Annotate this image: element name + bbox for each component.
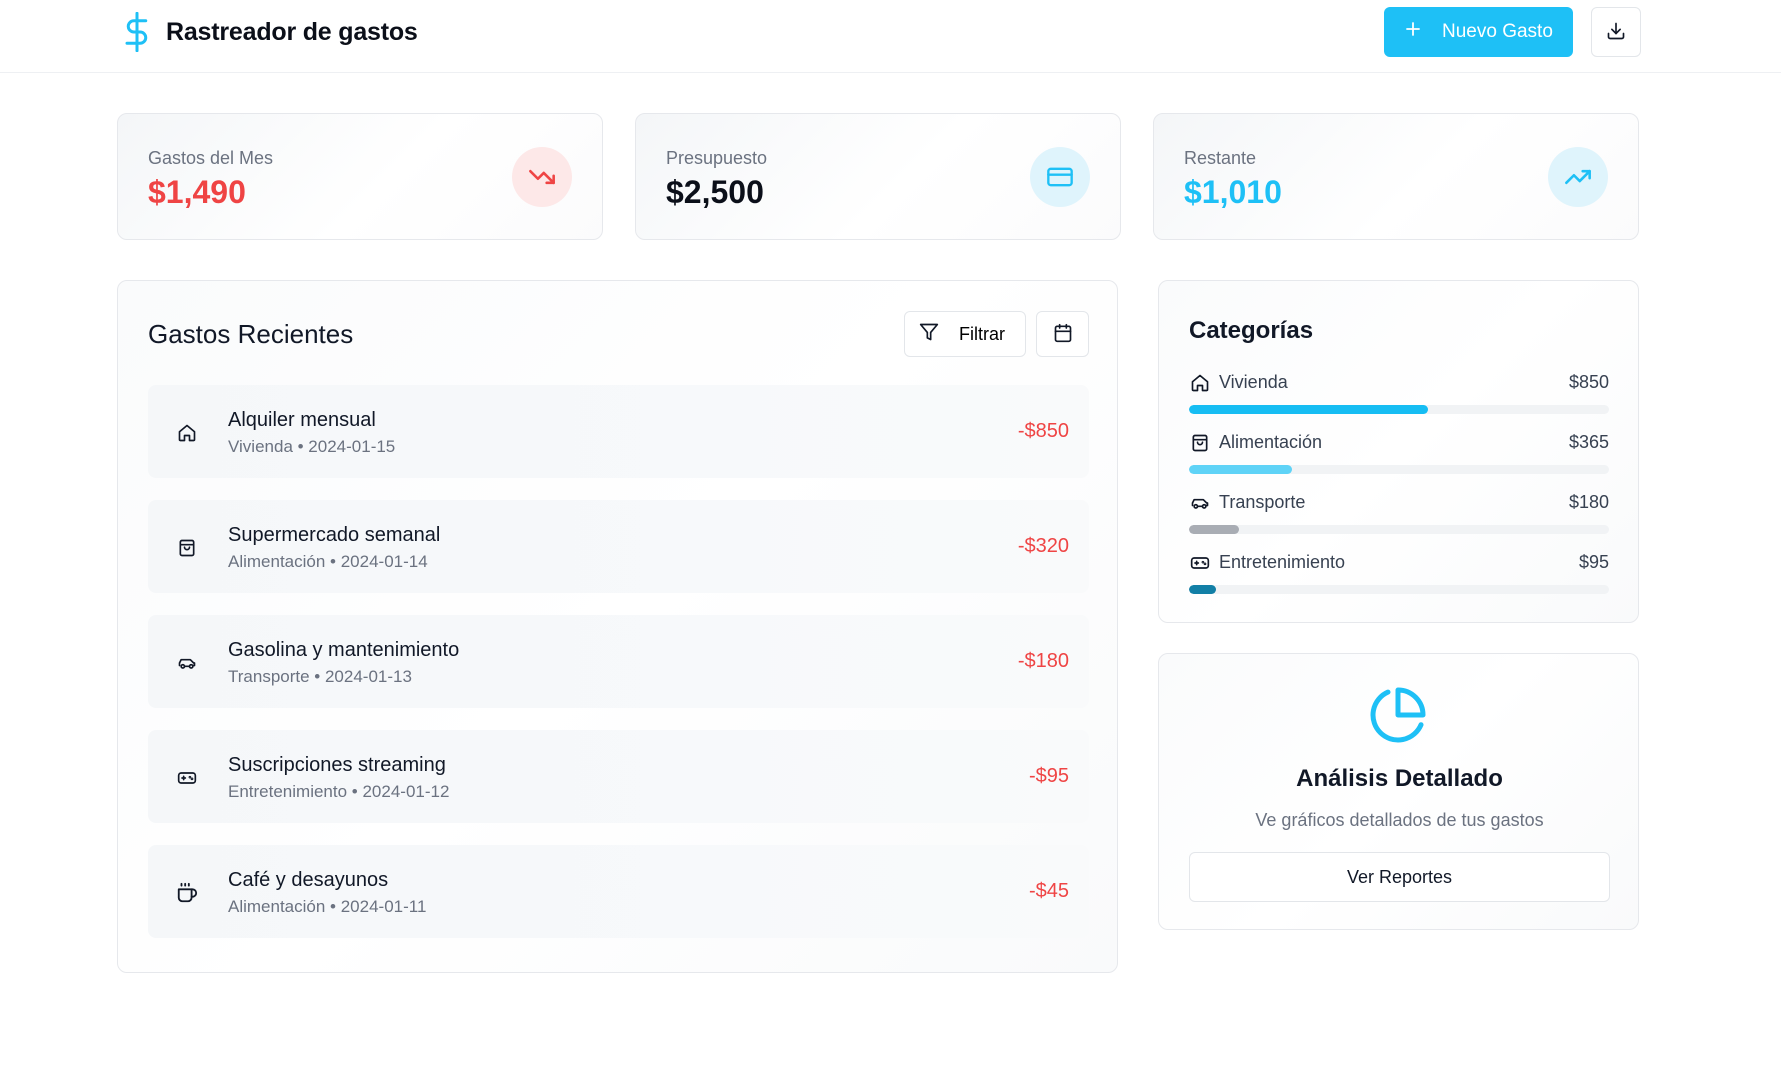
download-button[interactable] [1591,7,1641,57]
expense-name: Gasolina y mantenimiento [228,639,460,661]
expense-meta: Vivienda • 2024-01-15 [228,437,396,456]
category-value: $365 [1568,432,1609,452]
panel-title: Categorías [1189,317,1314,344]
category-vivienda: Vivienda $850 [1189,366,1609,416]
shopping-bag-icon [176,537,198,559]
filter-icon [919,322,939,347]
stat-label: Gastos del Mes [148,148,274,168]
expense-amount: -$850 [1017,420,1069,442]
pie-chart-icon [1368,685,1428,745]
category-value: $850 [1568,372,1609,392]
categories-panel: Categorías Vivienda $850 Alimentación $3… [1158,280,1639,623]
filter-label: Filtrar [959,323,1005,344]
category-label: Entretenimiento [1219,552,1346,572]
expense-meta: Alimentación • 2024-01-14 [228,552,428,571]
expense-name: Supermercado semanal [228,524,441,546]
stat-card-month-expenses: Gastos del Mes $1,490 [117,113,603,240]
category-progress-track [1189,525,1609,534]
expense-meta: Alimentación • 2024-01-11 [228,897,427,916]
category-label: Vivienda [1219,372,1288,392]
stat-value: $1,490 [148,174,246,210]
expense-row[interactable]: Suscripciones streaming Entretenimiento … [148,730,1089,823]
expense-row[interactable]: Café y desayunos Alimentación • 2024-01-… [148,845,1089,938]
expense-meta: Entretenimiento • 2024-01-12 [228,782,450,801]
category-progress-track [1189,465,1609,474]
view-reports-button[interactable]: Ver Reportes [1189,852,1610,902]
calendar-button[interactable] [1036,311,1089,357]
shopping-bag-icon [1189,432,1211,454]
dollar-sign-icon [122,12,152,52]
stat-label: Restante [1184,148,1257,168]
category-progress-track [1189,405,1609,414]
expense-row[interactable]: Gasolina y mantenimiento Transporte • 20… [148,615,1089,708]
app-header: Rastreador de gastos Nuevo Gasto [0,0,1781,73]
app-title: Rastreador de gastos [166,17,418,46]
filter-button[interactable]: Filtrar [904,311,1026,357]
gamepad-icon [176,767,198,789]
expense-amount: -$95 [1028,765,1069,787]
new-expense-label: Nuevo Gasto [1442,21,1553,42]
trending-down-icon [512,147,572,207]
category-value: $95 [1578,552,1609,572]
stat-label: Presupuesto [666,148,768,168]
category-transporte: Transporte $180 [1189,486,1609,536]
plus-icon [1404,20,1422,44]
category-progress-track [1189,585,1609,594]
new-expense-button[interactable]: Nuevo Gasto [1384,7,1573,57]
download-icon [1606,21,1626,44]
expense-amount: -$45 [1028,880,1069,902]
expense-meta: Transporte • 2024-01-13 [228,667,412,686]
category-progress-fill [1189,525,1240,534]
expense-row[interactable]: Supermercado semanal Alimentación • 2024… [148,500,1089,593]
category-label: Transporte [1219,492,1306,512]
panel-title: Gastos Recientes [148,319,354,349]
brand: Rastreador de gastos [122,12,418,52]
category-progress-fill [1189,465,1292,474]
calendar-icon [1053,323,1073,346]
category-alimentacion: Alimentación $365 [1189,426,1609,476]
expense-name: Café y desayunos [228,869,389,891]
expense-row[interactable]: Alquiler mensual Vivienda • 2024-01-15 -… [148,385,1089,478]
category-progress-fill [1189,585,1216,594]
expense-name: Alquiler mensual [228,409,376,431]
trending-up-icon [1548,147,1608,207]
stat-value: $2,500 [666,174,764,210]
category-value: $180 [1568,492,1609,512]
recent-expenses-panel: Gastos Recientes Filtrar Alquiler mensua… [117,280,1118,973]
expense-amount: -$320 [1017,535,1069,557]
coffee-icon [176,882,198,904]
stat-card-budget: Presupuesto $2,500 [635,113,1121,240]
detailed-analysis-panel: Análisis Detallado Ve gráficos detallado… [1158,653,1639,930]
analysis-subtitle: Ve gráficos detallados de tus gastos [1255,810,1544,830]
car-icon [1189,492,1211,514]
home-icon [1189,372,1211,394]
category-entretenimiento: Entretenimiento $95 [1189,546,1609,596]
home-icon [176,422,198,444]
gamepad-icon [1189,552,1211,574]
expense-amount: -$180 [1017,650,1069,672]
stat-card-remaining: Restante $1,010 [1153,113,1639,240]
category-label: Alimentación [1219,432,1323,452]
expense-name: Suscripciones streaming [228,754,446,776]
analysis-title: Análisis Detallado [1296,765,1503,792]
car-icon [176,652,198,674]
credit-card-icon [1030,147,1090,207]
category-progress-fill [1189,405,1429,414]
stat-value: $1,010 [1184,174,1282,210]
